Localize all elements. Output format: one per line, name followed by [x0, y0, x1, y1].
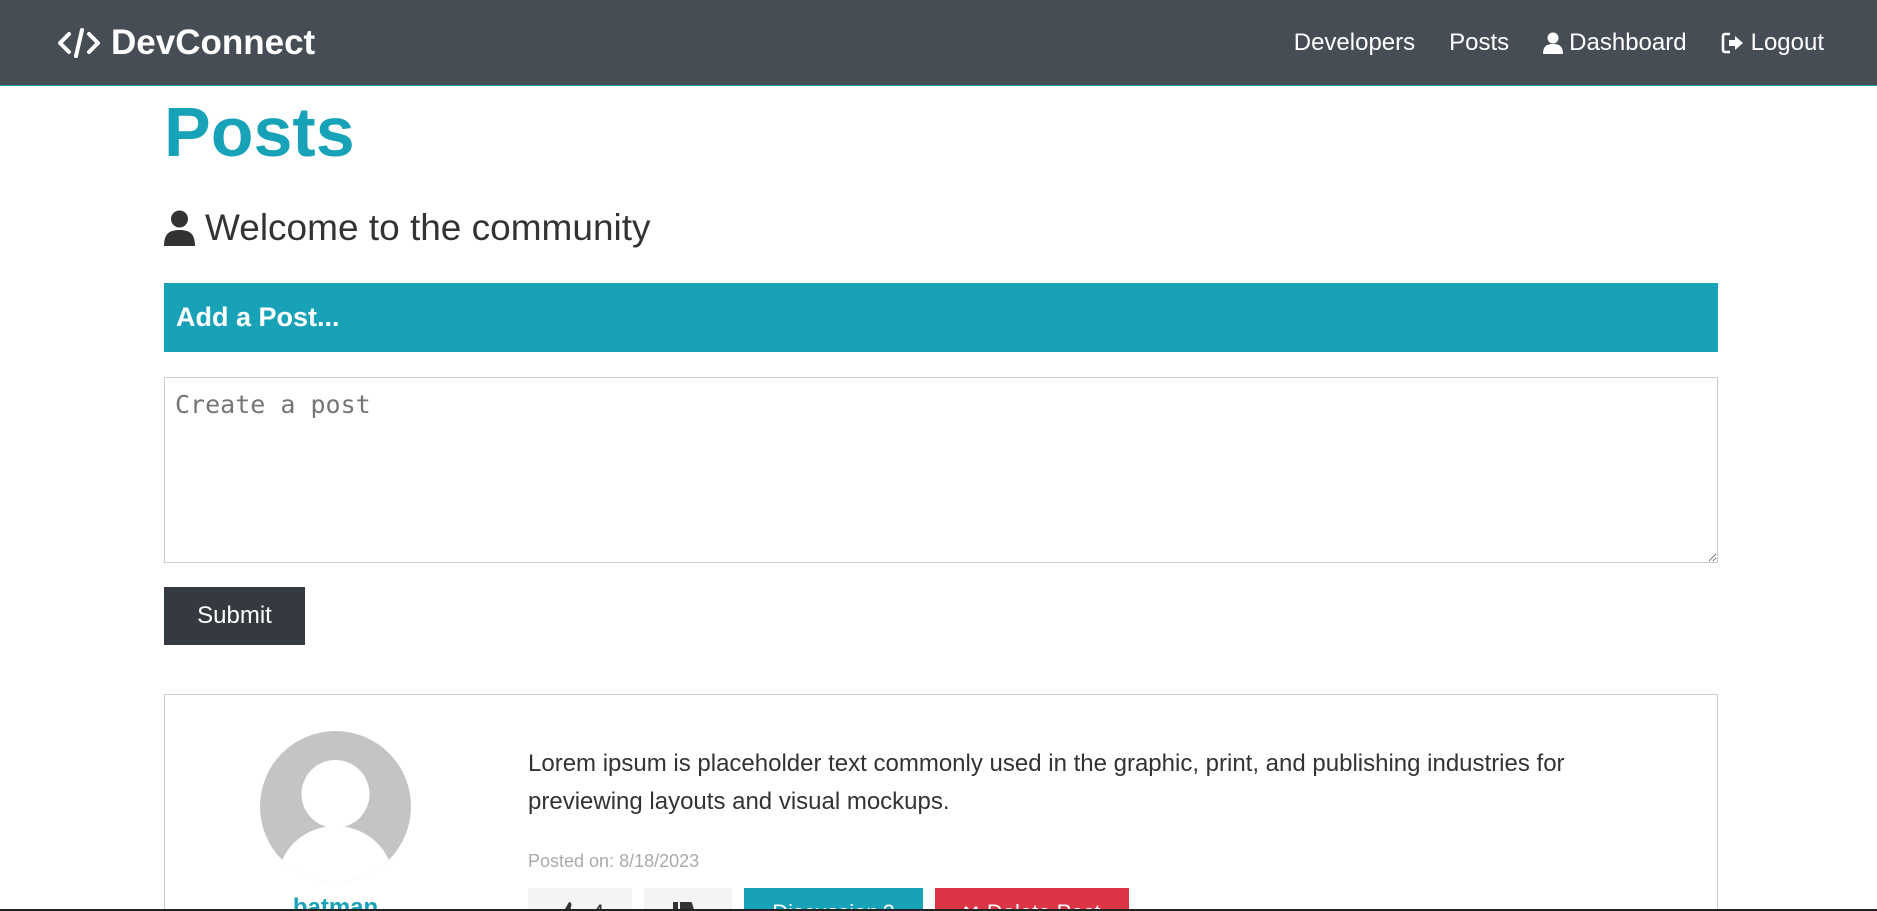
brand-link[interactable]: DevConnect — [57, 23, 315, 63]
post-text: Lorem ipsum is placeholder text commonly… — [528, 750, 1565, 815]
unlike-button[interactable] — [644, 888, 733, 911]
nav-posts-label: Posts — [1449, 28, 1510, 56]
page-title: Posts — [164, 93, 355, 171]
post-form: Submit — [164, 377, 1718, 645]
welcome-text: Welcome to the community — [205, 207, 651, 248]
post-actions: 4 Discussion 2 Delet — [528, 888, 1678, 911]
add-post-header: Add a Post... — [164, 283, 1718, 352]
post-author[interactable]: batman — [260, 731, 411, 911]
code-icon — [58, 27, 100, 58]
post-date: Posted on: 8/18/2023 — [528, 851, 700, 871]
add-post-header-label: Add a Post... — [176, 302, 340, 332]
delete-post-button[interactable]: Delete Post — [934, 888, 1129, 911]
avatar — [260, 731, 411, 882]
post-body: Lorem ipsum is placeholder text commonly… — [528, 745, 1678, 911]
submit-button[interactable]: Submit — [164, 587, 305, 645]
post-textarea[interactable] — [164, 377, 1718, 563]
nav-posts[interactable]: Posts — [1449, 29, 1509, 57]
nav-developers[interactable]: Developers — [1294, 29, 1415, 57]
default-avatar-icon — [277, 760, 394, 882]
user-icon — [1543, 32, 1564, 54]
nav-links: Developers Posts Dashboard Logout — [1260, 29, 1824, 57]
logout-icon — [1721, 32, 1743, 53]
post-item: batman Lorem ipsum is placeholder text c… — [164, 694, 1718, 911]
main-content: Posts Welcome to the community Add a Pos… — [164, 86, 1718, 911]
user-icon — [164, 210, 195, 246]
navbar: DevConnect Developers Posts Dashboard Lo… — [0, 0, 1877, 86]
nav-developers-label: Developers — [1293, 28, 1416, 56]
welcome-lead: Welcome to the community — [164, 207, 1718, 249]
brand-name: DevConnect — [111, 22, 316, 62]
nav-dashboard-label: Dashboard — [1569, 28, 1687, 56]
nav-logout[interactable]: Logout — [1721, 29, 1824, 57]
like-button[interactable]: 4 — [528, 888, 633, 911]
nav-logout-label: Logout — [1750, 28, 1824, 56]
nav-dashboard[interactable]: Dashboard — [1543, 28, 1687, 57]
discussion-button[interactable]: Discussion 2 — [744, 888, 923, 911]
